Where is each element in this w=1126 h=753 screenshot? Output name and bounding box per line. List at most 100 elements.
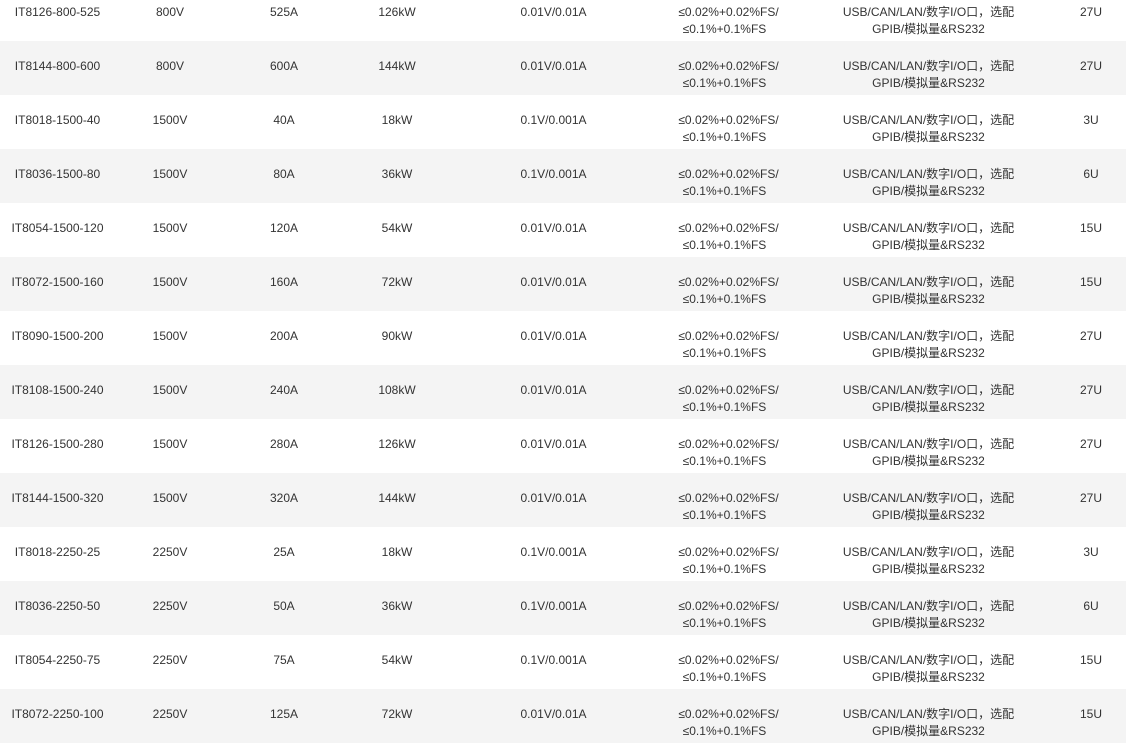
cell-size-text: 27U xyxy=(1079,329,1102,343)
cell-voltage: 2250V xyxy=(115,689,225,743)
cell-accuracy-line: ≤0.1%+0.1%FS xyxy=(682,76,767,90)
table-row: IT8108-1500-240 1500V 240A 108kW 0.01V/0.01A… xyxy=(0,365,1126,419)
cell-model: IT8036-2250-50 xyxy=(0,581,115,635)
cell-voltage: 800V xyxy=(115,41,225,95)
cell-model-text: IT8036-1500-80 xyxy=(14,167,101,181)
cell-accuracy-line: ≤0.02%+0.02%FS/ xyxy=(678,653,779,667)
cell-power-text: 72kW xyxy=(381,275,413,289)
cell-current: 40A xyxy=(225,95,343,149)
cell-accuracy-line: ≤0.1%+0.1%FS xyxy=(682,508,767,522)
cell-power: 72kW xyxy=(343,257,451,311)
cell-accuracy: ≤0.02%+0.02%FS/ ≤0.1%+0.1%FS xyxy=(656,581,801,635)
cell-current: 25A xyxy=(225,527,343,581)
cell-resolution: 0.1V/0.001A xyxy=(451,95,656,149)
cell-accuracy: ≤0.02%+0.02%FS/ ≤0.1%+0.1%FS xyxy=(656,257,801,311)
cell-resolution-text: 0.1V/0.001A xyxy=(520,113,587,127)
cell-resolution-text: 0.01V/0.01A xyxy=(520,329,587,343)
cell-interface-line: USB/CAN/LAN/数字I/O口，选配 xyxy=(842,437,1015,451)
cell-current-text: 200A xyxy=(269,329,299,343)
cell-accuracy-line: ≤0.02%+0.02%FS/ xyxy=(678,329,779,343)
cell-voltage-text: 1500V xyxy=(152,275,188,289)
cell-size: 27U xyxy=(1056,473,1126,527)
cell-power-text: 54kW xyxy=(381,221,413,235)
cell-interface-line: GPIB/模拟量&RS232 xyxy=(872,292,985,306)
table-row: IT8036-2250-50 2250V 50A 36kW 0.1V/0.001A ≤0.… xyxy=(0,581,1126,635)
cell-current: 125A xyxy=(225,689,343,743)
cell-power-text: 18kW xyxy=(381,113,413,127)
cell-voltage-text: 1500V xyxy=(152,383,188,397)
cell-power: 54kW xyxy=(343,203,451,257)
cell-current-text: 40A xyxy=(273,113,295,127)
cell-current-text: 50A xyxy=(273,599,295,613)
product-spec-table: IT8126-800-525 800V 525A 126kW 0.01V/0.01A ≤0… xyxy=(0,0,1126,743)
cell-current: 600A xyxy=(225,41,343,95)
cell-voltage: 1500V xyxy=(115,95,225,149)
cell-interface-line: GPIB/模拟量&RS232 xyxy=(872,616,985,630)
cell-voltage: 2250V xyxy=(115,527,225,581)
cell-current-text: 160A xyxy=(269,275,299,289)
cell-interface-line: USB/CAN/LAN/数字I/O口，选配 xyxy=(842,491,1015,505)
cell-current: 160A xyxy=(225,257,343,311)
cell-resolution-text: 0.01V/0.01A xyxy=(520,383,587,397)
cell-voltage-text: 1500V xyxy=(152,167,188,181)
cell-resolution: 0.01V/0.01A xyxy=(451,365,656,419)
table-row: IT8054-1500-120 1500V 120A 54kW 0.01V/0.01A ≤… xyxy=(0,203,1126,257)
cell-accuracy: ≤0.02%+0.02%FS/ ≤0.1%+0.1%FS xyxy=(656,95,801,149)
cell-interface-line: USB/CAN/LAN/数字I/O口，选配 xyxy=(842,329,1015,343)
cell-model: IT8072-2250-100 xyxy=(0,689,115,743)
cell-resolution-text: 0.1V/0.001A xyxy=(520,653,587,667)
cell-size-text: 6U xyxy=(1083,167,1099,181)
cell-accuracy-line: ≤0.1%+0.1%FS xyxy=(682,616,767,630)
cell-size: 15U xyxy=(1056,689,1126,743)
cell-interface-line: GPIB/模拟量&RS232 xyxy=(872,454,985,468)
cell-power-text: 18kW xyxy=(381,545,413,559)
cell-interface: USB/CAN/LAN/数字I/O口，选配 GPIB/模拟量&RS232 xyxy=(801,41,1056,95)
cell-power: 144kW xyxy=(343,41,451,95)
cell-voltage: 1500V xyxy=(115,149,225,203)
cell-accuracy-line: ≤0.1%+0.1%FS xyxy=(682,670,767,684)
cell-accuracy: ≤0.02%+0.02%FS/ ≤0.1%+0.1%FS xyxy=(656,41,801,95)
cell-accuracy: ≤0.02%+0.02%FS/ ≤0.1%+0.1%FS xyxy=(656,311,801,365)
cell-current-text: 600A xyxy=(269,59,299,73)
table-row: IT8144-1500-320 1500V 320A 144kW 0.01V/0.01A… xyxy=(0,473,1126,527)
cell-size-text: 27U xyxy=(1079,5,1102,19)
cell-current-text: 525A xyxy=(269,5,299,19)
cell-power: 72kW xyxy=(343,689,451,743)
cell-model-text: IT8036-2250-50 xyxy=(14,599,101,613)
cell-interface: USB/CAN/LAN/数字I/O口，选配 GPIB/模拟量&RS232 xyxy=(801,473,1056,527)
cell-power: 18kW xyxy=(343,527,451,581)
cell-power: 90kW xyxy=(343,311,451,365)
cell-accuracy-line: ≤0.1%+0.1%FS xyxy=(682,562,767,576)
cell-interface: USB/CAN/LAN/数字I/O口，选配 GPIB/模拟量&RS232 xyxy=(801,0,1056,41)
cell-interface: USB/CAN/LAN/数字I/O口，选配 GPIB/模拟量&RS232 xyxy=(801,527,1056,581)
cell-size-text: 27U xyxy=(1079,383,1102,397)
cell-voltage-text: 2250V xyxy=(152,707,188,721)
cell-resolution: 0.01V/0.01A xyxy=(451,41,656,95)
cell-resolution: 0.01V/0.01A xyxy=(451,0,656,41)
cell-accuracy-line: ≤0.1%+0.1%FS xyxy=(682,130,767,144)
cell-size: 15U xyxy=(1056,203,1126,257)
cell-voltage-text: 1500V xyxy=(152,113,188,127)
cell-voltage: 800V xyxy=(115,0,225,41)
table-row: IT8126-800-525 800V 525A 126kW 0.01V/0.01A ≤0… xyxy=(0,0,1126,41)
cell-accuracy-line: ≤0.1%+0.1%FS xyxy=(682,724,767,738)
cell-voltage-text: 1500V xyxy=(152,221,188,235)
cell-model: IT8090-1500-200 xyxy=(0,311,115,365)
cell-voltage-text: 1500V xyxy=(152,329,188,343)
cell-accuracy: ≤0.02%+0.02%FS/ ≤0.1%+0.1%FS xyxy=(656,527,801,581)
cell-power-text: 36kW xyxy=(381,167,413,181)
cell-power-text: 54kW xyxy=(381,653,413,667)
cell-voltage-text: 1500V xyxy=(152,437,188,451)
cell-power-text: 144kW xyxy=(378,491,416,505)
cell-voltage-text: 2250V xyxy=(152,599,188,613)
cell-accuracy-line: ≤0.02%+0.02%FS/ xyxy=(678,5,779,19)
cell-size-text: 15U xyxy=(1079,707,1102,721)
cell-power: 126kW xyxy=(343,0,451,41)
cell-accuracy: ≤0.02%+0.02%FS/ ≤0.1%+0.1%FS xyxy=(656,473,801,527)
cell-interface-line: USB/CAN/LAN/数字I/O口，选配 xyxy=(842,167,1015,181)
cell-interface: USB/CAN/LAN/数字I/O口，选配 GPIB/模拟量&RS232 xyxy=(801,689,1056,743)
cell-accuracy: ≤0.02%+0.02%FS/ ≤0.1%+0.1%FS xyxy=(656,149,801,203)
cell-current-text: 25A xyxy=(273,545,295,559)
cell-resolution-text: 0.1V/0.001A xyxy=(520,599,587,613)
cell-interface: USB/CAN/LAN/数字I/O口，选配 GPIB/模拟量&RS232 xyxy=(801,365,1056,419)
